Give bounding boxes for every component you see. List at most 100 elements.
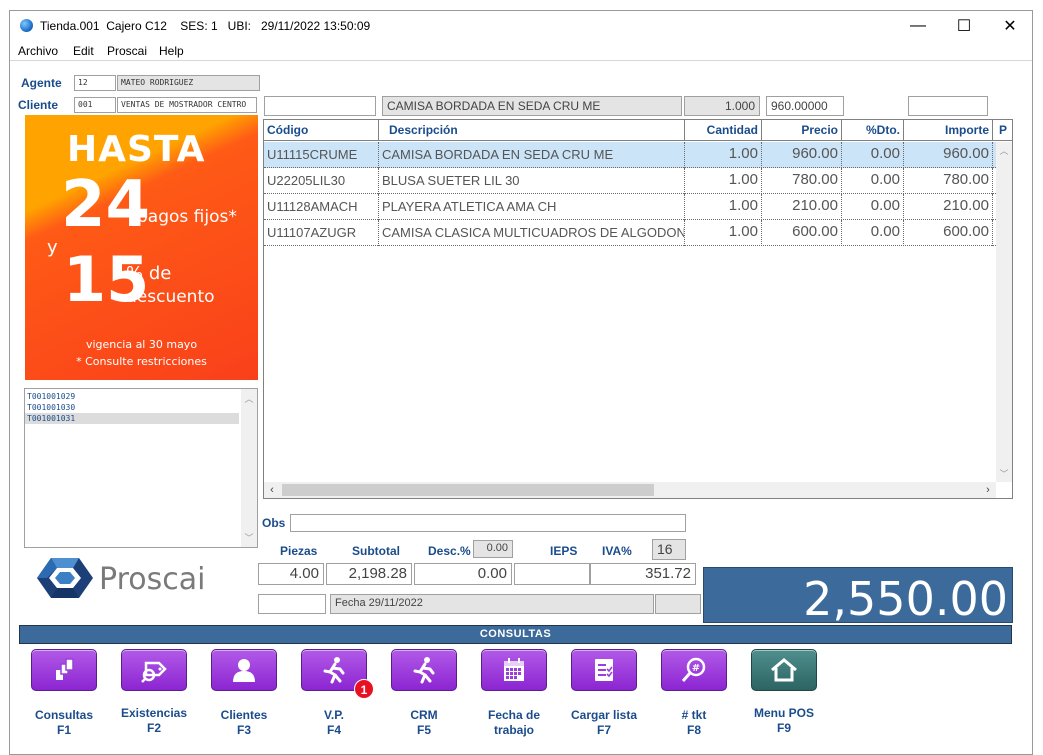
col-importe[interactable]: Importe xyxy=(904,120,993,141)
fkey-label-consultas: Consultas F1 xyxy=(19,708,109,738)
item-quantity-field[interactable]: 1.000 xyxy=(684,96,760,116)
ieps-field xyxy=(514,563,590,585)
notification-badge: 1 xyxy=(354,679,374,699)
menu-pos-button[interactable] xyxy=(751,649,817,691)
obs-input[interactable] xyxy=(290,514,686,532)
scroll-up-icon[interactable]: ︿ xyxy=(241,392,257,405)
aux-field[interactable] xyxy=(258,594,326,614)
grid-horizontal-scrollbar[interactable]: ‹ › xyxy=(264,482,996,498)
consultas-icon xyxy=(56,658,74,680)
item-price-field[interactable]: 960.00000 xyxy=(766,96,844,116)
clientes-button[interactable] xyxy=(211,649,277,691)
tkt-search-button[interactable]: # xyxy=(661,649,727,691)
col-p[interactable]: P xyxy=(993,120,1012,141)
scroll-thumb[interactable] xyxy=(282,484,654,496)
fecha-trabajo-button[interactable] xyxy=(481,649,547,691)
fkey-name: # tkt xyxy=(681,708,707,722)
window-title: Tienda.001 Cajero C12 SES: 1 UBI: 29/11/… xyxy=(40,19,371,33)
fkey-label-menu-pos: Menu POS F9 xyxy=(739,706,829,736)
cell-descuento: 0.00 xyxy=(842,168,904,194)
home-icon xyxy=(771,658,797,682)
cell-codigo: U22205LIL30 xyxy=(264,168,379,194)
fkey-label-crm: CRM F5 xyxy=(379,708,469,738)
aux-field-2 xyxy=(655,594,701,614)
fkey-name: Menu POS xyxy=(753,706,814,720)
items-grid[interactable]: Código Descripción Cantidad Precio %Dto.… xyxy=(263,119,1013,499)
iva-field: 351.72 xyxy=(590,563,696,585)
item-code-input[interactable] xyxy=(264,96,376,116)
fkey-key: F9 xyxy=(776,721,791,735)
crm-icon xyxy=(413,657,435,684)
cell-codigo: U11128AMACH xyxy=(264,194,379,220)
agent-code-field[interactable]: 12 xyxy=(74,75,116,91)
vp-icon xyxy=(323,657,345,684)
scroll-left-icon[interactable]: ‹ xyxy=(264,484,280,496)
ticket-item[interactable]: T001001029 xyxy=(25,391,239,402)
maximize-button[interactable]: ☐ xyxy=(942,14,986,38)
table-row[interactable]: U22205LIL30 BLUSA SUETER LIL 30 1.00 780… xyxy=(264,168,1012,194)
cell-codigo: U11107AZUGR xyxy=(264,220,379,246)
clientes-icon xyxy=(233,659,255,682)
table-row[interactable]: U11115CRUME CAMISA BORDADA EN SEDA CRU M… xyxy=(264,142,1012,168)
fkey-name: Fecha de xyxy=(487,708,541,722)
cell-descuento: 0.00 xyxy=(842,194,904,220)
promo-percent: % de xyxy=(126,263,172,284)
table-row[interactable]: U11107AZUGR CAMISA CLASICA MULTICUADROS … xyxy=(264,220,1012,246)
cargar-lista-button[interactable] xyxy=(571,649,637,691)
proscai-logo-icon xyxy=(37,558,93,598)
total-display: 2,550.00 xyxy=(703,567,1013,626)
scroll-up-icon[interactable]: ︿ xyxy=(996,144,1012,157)
table-row[interactable]: U11128AMACH PLAYERA ATLETICA AMA CH 1.00… xyxy=(264,194,1012,220)
app-window: Tienda.001 Cajero C12 SES: 1 UBI: 29/11/… xyxy=(9,10,1033,755)
fkey-key: F3 xyxy=(236,723,251,737)
scroll-down-icon[interactable]: ﹀ xyxy=(996,467,1012,480)
col-precio[interactable]: Precio xyxy=(762,120,842,141)
fkey-label-existencias: Existencias F2 xyxy=(109,706,199,736)
cell-precio: 960.00 xyxy=(762,142,842,168)
iva-pct-field[interactable]: 16 xyxy=(652,539,686,560)
cell-descripcion: CAMISA CLASICA MULTICUADROS DE ALGODON A… xyxy=(379,220,685,246)
scroll-down-icon[interactable]: ﹀ xyxy=(241,531,257,544)
grid-vertical-scrollbar[interactable]: ︿ ﹀ xyxy=(996,142,1012,482)
client-code-field[interactable]: 001 xyxy=(74,97,116,113)
ticket-item[interactable]: T001001030 xyxy=(25,402,239,413)
menu-proscai[interactable]: Proscai xyxy=(107,44,147,58)
desc-label: Desc.% xyxy=(428,544,471,558)
subtotal-label: Subtotal xyxy=(352,544,400,558)
col-codigo[interactable]: Código xyxy=(264,120,379,141)
col-descripcion[interactable]: Descripción xyxy=(379,120,685,141)
col-descuento[interactable]: %Dto. xyxy=(842,120,904,141)
existencias-button[interactable] xyxy=(121,649,187,691)
scroll-right-icon[interactable]: › xyxy=(980,484,996,496)
cell-importe: 960.00 xyxy=(904,142,993,168)
promo-banner: HASTA 24 pagos fijos* y 15 % de descuent… xyxy=(25,115,258,380)
cell-importe: 600.00 xyxy=(904,220,993,246)
fkey-name: Consultas xyxy=(34,708,93,722)
ticket-item-selected[interactable]: T001001031 xyxy=(25,413,239,424)
close-button[interactable]: ✕ xyxy=(988,14,1032,38)
ticket-list-scrollbar[interactable]: ︿ ﹀ xyxy=(241,389,257,547)
menu-help[interactable]: Help xyxy=(159,44,184,58)
cell-cantidad: 1.00 xyxy=(685,194,762,220)
col-cantidad[interactable]: Cantidad xyxy=(685,120,762,141)
pos-client-area: Agente 12 MATEO RODRIGUEZ Cliente 001 VE… xyxy=(10,62,1032,754)
promo-pagos-fijos: pagos fijos* xyxy=(137,207,237,227)
menu-bar: Archivo Edit Proscai Help xyxy=(10,41,1032,61)
menu-edit[interactable]: Edit xyxy=(73,44,94,58)
minimize-button[interactable]: — xyxy=(896,14,940,38)
calendar-icon xyxy=(504,658,524,681)
desc-pct-field[interactable]: 0.00 xyxy=(473,540,513,558)
fkey-label-vp: V.P. F4 xyxy=(289,708,379,738)
item-description-field: CAMISA BORDADA EN SEDA CRU ME xyxy=(382,96,682,116)
item-extra-field[interactable] xyxy=(908,96,988,116)
menu-archivo[interactable]: Archivo xyxy=(18,44,58,58)
fkey-name: V.P. xyxy=(323,708,345,722)
svg-text:#: # xyxy=(692,663,700,674)
fkey-name: Existencias xyxy=(120,706,188,720)
crm-button[interactable] xyxy=(391,649,457,691)
iva-label: IVA% xyxy=(602,544,632,558)
piezas-field: 4.00 xyxy=(258,563,324,585)
consultas-button[interactable] xyxy=(31,649,97,691)
descuento-field: 0.00 xyxy=(414,563,512,585)
ticket-list[interactable]: T001001029 T001001030 T001001031 ︿ ﹀ xyxy=(24,388,258,548)
